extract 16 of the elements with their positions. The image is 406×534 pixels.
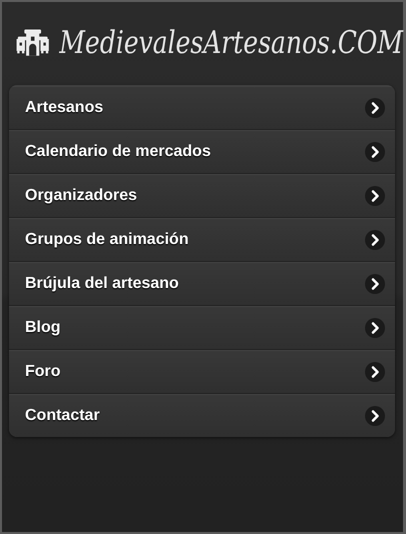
menu-item[interactable]: Calendario de mercados: [9, 129, 395, 173]
chevron-right-icon: [365, 406, 385, 426]
menu-item[interactable]: Brújula del artesano: [9, 261, 395, 305]
chevron-right-icon: [365, 142, 385, 162]
menu-item[interactable]: Organizadores: [9, 173, 395, 217]
chevron-right-icon: [365, 362, 385, 382]
chevron-right-icon: [365, 98, 385, 118]
logo-text: MedievalesArtesanos.COM: [59, 24, 403, 60]
menu-item[interactable]: Contactar: [9, 393, 395, 437]
chevron-right-icon: [365, 274, 385, 294]
menu-item[interactable]: Grupos de animación: [9, 217, 395, 261]
menu-item[interactable]: Foro: [9, 349, 395, 393]
chevron-right-icon: [365, 230, 385, 250]
chevron-right-icon: [365, 186, 385, 206]
chevron-right-icon: [365, 318, 385, 338]
menu-item[interactable]: Blog: [9, 305, 395, 349]
